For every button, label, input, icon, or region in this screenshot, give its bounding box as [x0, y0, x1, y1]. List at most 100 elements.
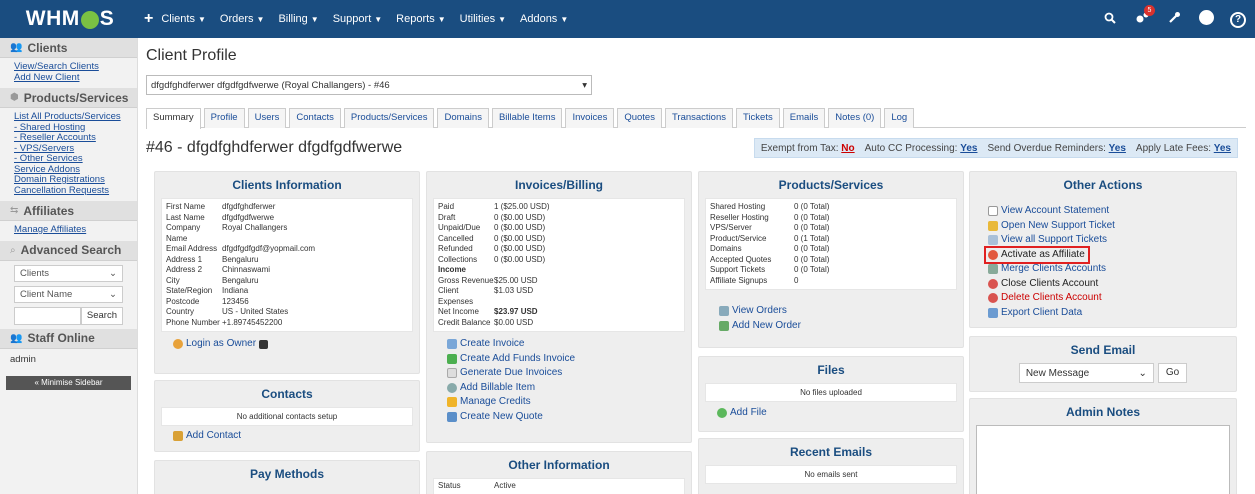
info-row: Email Address dfgdfgdfgdf@yopmail.com [166, 244, 316, 253]
info-row: Status Active [438, 481, 516, 490]
view-account-statement-link[interactable]: View Account Statement [978, 204, 1236, 219]
sidebar-search-input[interactable] [14, 306, 81, 325]
tab-domains[interactable]: Domains [437, 108, 489, 128]
nav-utilities[interactable]: Utilities ▼ [460, 13, 506, 25]
gear-logo-icon [80, 11, 99, 29]
delete-client-account-link[interactable]: Delete Clients Account [978, 291, 1236, 306]
cancellation-requests-link[interactable]: Cancellation Requests [14, 185, 123, 197]
notification-badge: 5 [1144, 4, 1155, 16]
view-orders-link[interactable]: View Orders [699, 304, 963, 319]
manage-credits-link[interactable]: Manage Credits [427, 395, 691, 410]
whmcs-logo[interactable]: WHM S [0, 0, 140, 38]
info-row: Phone Number +1.89745452200 [166, 317, 283, 327]
send-email-panel: Send Email New Message ⌄ Go [969, 336, 1237, 392]
add-billable-item-link[interactable]: Add Billable Item [427, 381, 691, 396]
help-icon[interactable]: ? [1229, 10, 1247, 28]
add-new-order-link[interactable]: Add New Order [699, 319, 963, 334]
view-search-clients-link[interactable]: View/Search Clients [14, 61, 123, 73]
generate-due-invoices-link[interactable]: Generate Due Invoices [427, 366, 691, 381]
tab-contacts[interactable]: Contacts [289, 108, 341, 128]
client-heading: #46 - dfgdfghdferwer dfgdfgdfwerwe [146, 139, 403, 156]
admin-notes-textarea[interactable] [976, 425, 1230, 494]
sidebar-search-heading: ⌕ Advanced Search [0, 240, 137, 261]
reseller-accounts-link[interactable]: - Reseller Accounts [14, 132, 123, 144]
quick-add-button[interactable]: + [144, 10, 153, 28]
user-icon [173, 339, 183, 350]
merge-icon [988, 264, 998, 275]
minimise-sidebar-button[interactable]: « Minimise Sidebar [6, 375, 131, 390]
email-template-select[interactable]: New Message ⌄ [1018, 363, 1154, 383]
overdue-reminders-toggle[interactable]: Yes [1109, 143, 1126, 154]
nav-addons[interactable]: Addons ▼ [520, 13, 568, 25]
contacts-panel: Contacts No additional contacts setup Ad… [154, 380, 420, 452]
tab-emails[interactable]: Emails [782, 108, 826, 128]
notifications-gear-icon[interactable]: 5 [1133, 4, 1155, 28]
billing-row: Net Income $23.97 USD [438, 307, 538, 316]
tab-invoices[interactable]: Invoices [565, 108, 615, 128]
tab-quotes[interactable]: Quotes [617, 108, 662, 128]
nav-reports[interactable]: Reports ▼ [396, 13, 445, 25]
search-icon[interactable] [1101, 12, 1119, 27]
add-contact-link[interactable]: Add Contact [155, 429, 419, 444]
billing-row: Income [438, 265, 467, 274]
create-invoice-link[interactable]: Create Invoice [427, 337, 691, 352]
users-icon: 👥 [10, 42, 23, 53]
view-support-tickets-link[interactable]: View all Support Tickets [978, 233, 1236, 248]
domain-registrations-link[interactable]: Domain Registrations [14, 174, 123, 186]
nav-billing[interactable]: Billing ▼ [278, 13, 318, 25]
create-new-quote-link[interactable]: Create New Quote [427, 410, 691, 425]
tickets-icon [988, 235, 998, 246]
tab-profile[interactable]: Profile [203, 108, 245, 128]
client-selector[interactable]: dfgdfghdferwer dfgdfgdfwerwe (Royal Chal… [146, 75, 592, 95]
panel-title: Send Email [1070, 343, 1136, 357]
product-row: Domains 0 (0 Total) [710, 244, 830, 253]
add-new-client-link[interactable]: Add New Client [14, 72, 123, 84]
nav-orders[interactable]: Orders ▼ [220, 13, 265, 25]
login-as-owner-link[interactable]: Login as Owner [155, 337, 419, 352]
tab-log[interactable]: Log [884, 108, 915, 128]
caret-down-icon: ▼ [498, 14, 506, 24]
tab-notes[interactable]: Notes (0) [828, 108, 882, 128]
export-client-data-link[interactable]: Export Client Data [978, 306, 1236, 321]
add-file-link[interactable]: Add File [699, 406, 963, 421]
list-products-link[interactable]: List All Products/Services [14, 111, 123, 123]
search-type-select[interactable]: Clients ⌄ [14, 264, 123, 282]
wrench-icon[interactable] [1165, 11, 1183, 27]
tab-billable-items[interactable]: Billable Items [491, 108, 563, 128]
emails-empty: No emails sent [804, 470, 858, 479]
nav-clients[interactable]: Clients ▼ [161, 13, 206, 25]
recent-emails-panel: Recent Emails No emails sent [698, 438, 964, 494]
late-fees-toggle[interactable]: Yes [1214, 143, 1231, 154]
exchange-icon: ⇆ [10, 205, 19, 216]
panel-title: Products/Services [778, 178, 884, 192]
chevron-down-icon: ⌄ [109, 288, 117, 300]
nav-support[interactable]: Support ▼ [333, 13, 382, 25]
open-support-ticket-link[interactable]: Open New Support Ticket [978, 219, 1236, 234]
files-empty: No files uploaded [800, 388, 862, 397]
tab-users[interactable]: Users [247, 108, 287, 128]
info-row: Address 2 Chinnaswami [166, 265, 271, 274]
merge-clients-link[interactable]: Merge Clients Accounts [978, 262, 1236, 277]
search-field-select[interactable]: Client Name ⌄ [14, 285, 123, 303]
user-avatar-icon[interactable] [1197, 10, 1215, 28]
close-client-account-link[interactable]: Close Clients Account [978, 277, 1236, 292]
activate-affiliate-link[interactable]: Activate as Affiliate [984, 245, 1090, 264]
tab-summary[interactable]: Summary [146, 108, 201, 129]
tab-transactions[interactable]: Transactions [664, 108, 733, 128]
panel-title: Contacts [261, 387, 313, 401]
sidebar-staff-heading: 👥 Staff Online [0, 328, 137, 349]
sidebar-search-button[interactable]: Search [80, 306, 123, 325]
other-services-link[interactable]: - Other Services [14, 153, 123, 165]
send-email-go-button[interactable]: Go [1157, 363, 1188, 383]
product-row: Affiliate Signups 0 [710, 275, 799, 285]
tab-tickets[interactable]: Tickets [736, 108, 780, 128]
contacts-empty: No additional contacts setup [236, 412, 338, 421]
other-actions-panel: Other Actions View Account Statement Ope… [969, 171, 1237, 328]
tab-products-services[interactable]: Products/Services [343, 108, 435, 128]
product-row: Reseller Hosting 0 (0 Total) [710, 212, 830, 222]
sidebar-clients-heading: 👥 Clients [0, 38, 137, 58]
create-add-funds-invoice-link[interactable]: Create Add Funds Invoice [427, 352, 691, 367]
exempt-tax-toggle[interactable]: No [841, 143, 854, 154]
manage-affiliates-link[interactable]: Manage Affiliates [14, 224, 123, 236]
auto-cc-toggle[interactable]: Yes [960, 143, 977, 154]
